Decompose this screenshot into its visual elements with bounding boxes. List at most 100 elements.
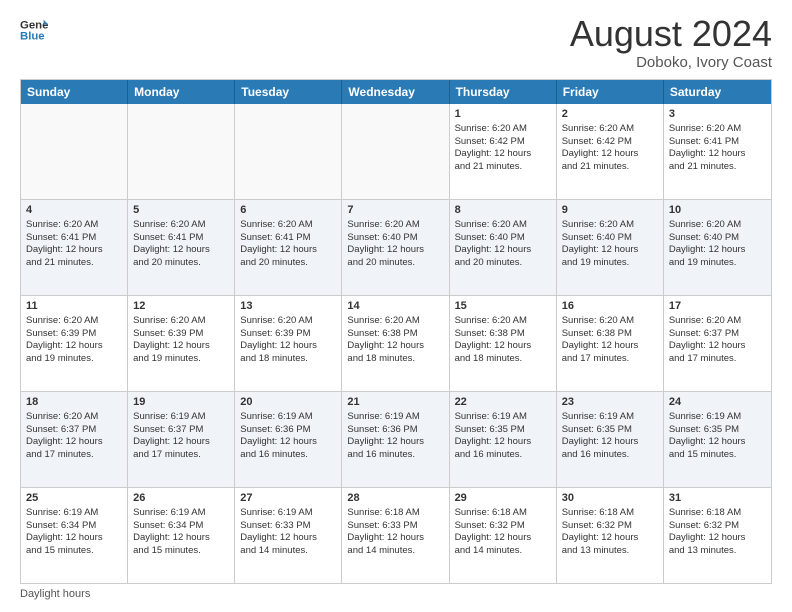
day-info: Sunrise: 6:20 AM: [26, 315, 122, 328]
cal-cell: 22Sunrise: 6:19 AMSunset: 6:35 PMDayligh…: [450, 392, 557, 487]
calendar-week-2: 4Sunrise: 6:20 AMSunset: 6:41 PMDaylight…: [21, 199, 771, 295]
day-info: Daylight: 12 hours: [240, 244, 336, 257]
day-info: Sunset: 6:38 PM: [562, 328, 658, 341]
day-info: Daylight: 12 hours: [669, 340, 766, 353]
daylight-label: Daylight hours: [20, 588, 90, 600]
day-info: and 20 minutes.: [455, 257, 551, 270]
calendar-header: Sunday Monday Tuesday Wednesday Thursday…: [21, 80, 771, 104]
header-monday: Monday: [128, 80, 235, 104]
day-info: Sunrise: 6:20 AM: [455, 123, 551, 136]
cal-cell: 23Sunrise: 6:19 AMSunset: 6:35 PMDayligh…: [557, 392, 664, 487]
day-number: 14: [347, 299, 443, 314]
day-info: Sunset: 6:39 PM: [240, 328, 336, 341]
day-info: Sunrise: 6:19 AM: [562, 411, 658, 424]
day-info: Sunset: 6:34 PM: [133, 520, 229, 533]
cal-cell: 1Sunrise: 6:20 AMSunset: 6:42 PMDaylight…: [450, 104, 557, 199]
calendar-week-1: 1Sunrise: 6:20 AMSunset: 6:42 PMDaylight…: [21, 104, 771, 199]
footer-note: Daylight hours: [20, 588, 772, 600]
day-info: and 16 minutes.: [347, 449, 443, 462]
day-info: Sunset: 6:32 PM: [455, 520, 551, 533]
day-info: Daylight: 12 hours: [133, 532, 229, 545]
day-info: Daylight: 12 hours: [669, 148, 766, 161]
day-info: Sunrise: 6:19 AM: [240, 411, 336, 424]
day-number: 8: [455, 203, 551, 218]
day-number: 27: [240, 491, 336, 506]
day-number: 10: [669, 203, 766, 218]
calendar-body: 1Sunrise: 6:20 AMSunset: 6:42 PMDaylight…: [21, 104, 771, 583]
day-info: and 17 minutes.: [26, 449, 122, 462]
day-info: and 15 minutes.: [669, 449, 766, 462]
day-info: Sunrise: 6:19 AM: [455, 411, 551, 424]
cal-cell: 14Sunrise: 6:20 AMSunset: 6:38 PMDayligh…: [342, 296, 449, 391]
day-number: 30: [562, 491, 658, 506]
day-info: Sunset: 6:35 PM: [455, 424, 551, 437]
day-info: Daylight: 12 hours: [240, 436, 336, 449]
header: General Blue August 2024 Doboko, Ivory C…: [20, 16, 772, 71]
day-info: Sunrise: 6:20 AM: [562, 219, 658, 232]
day-info: Sunrise: 6:20 AM: [455, 219, 551, 232]
day-info: Sunrise: 6:20 AM: [240, 219, 336, 232]
day-info: Sunrise: 6:20 AM: [26, 219, 122, 232]
day-info: Sunrise: 6:20 AM: [240, 315, 336, 328]
cal-cell: 29Sunrise: 6:18 AMSunset: 6:32 PMDayligh…: [450, 488, 557, 583]
day-info: Daylight: 12 hours: [347, 532, 443, 545]
svg-text:Blue: Blue: [20, 31, 45, 43]
day-info: Sunset: 6:36 PM: [240, 424, 336, 437]
day-info: Sunset: 6:37 PM: [26, 424, 122, 437]
cal-cell: 21Sunrise: 6:19 AMSunset: 6:36 PMDayligh…: [342, 392, 449, 487]
day-info: and 21 minutes.: [455, 161, 551, 174]
calendar: Sunday Monday Tuesday Wednesday Thursday…: [20, 79, 772, 584]
day-info: Sunrise: 6:19 AM: [133, 507, 229, 520]
day-number: 11: [26, 299, 122, 314]
month-year: August 2024: [570, 16, 772, 52]
day-info: Daylight: 12 hours: [26, 436, 122, 449]
day-info: Sunset: 6:42 PM: [562, 136, 658, 149]
cal-cell: 24Sunrise: 6:19 AMSunset: 6:35 PMDayligh…: [664, 392, 771, 487]
day-info: Daylight: 12 hours: [455, 148, 551, 161]
cal-cell: 31Sunrise: 6:18 AMSunset: 6:32 PMDayligh…: [664, 488, 771, 583]
day-info: and 19 minutes.: [669, 257, 766, 270]
day-number: 12: [133, 299, 229, 314]
day-info: Daylight: 12 hours: [562, 340, 658, 353]
day-info: Daylight: 12 hours: [26, 340, 122, 353]
day-info: Daylight: 12 hours: [240, 340, 336, 353]
day-info: and 15 minutes.: [26, 545, 122, 558]
day-number: 6: [240, 203, 336, 218]
day-info: Sunset: 6:40 PM: [347, 232, 443, 245]
day-info: Sunset: 6:41 PM: [133, 232, 229, 245]
day-info: Daylight: 12 hours: [669, 244, 766, 257]
cal-cell: 27Sunrise: 6:19 AMSunset: 6:33 PMDayligh…: [235, 488, 342, 583]
cal-cell: 15Sunrise: 6:20 AMSunset: 6:38 PMDayligh…: [450, 296, 557, 391]
header-thursday: Thursday: [450, 80, 557, 104]
day-info: Sunrise: 6:20 AM: [133, 315, 229, 328]
day-info: Sunrise: 6:19 AM: [26, 507, 122, 520]
day-number: 19: [133, 395, 229, 410]
day-info: Sunset: 6:41 PM: [240, 232, 336, 245]
day-number: 29: [455, 491, 551, 506]
day-info: Sunrise: 6:20 AM: [26, 411, 122, 424]
day-info: Sunset: 6:39 PM: [133, 328, 229, 341]
day-number: 24: [669, 395, 766, 410]
cal-cell: [235, 104, 342, 199]
cal-cell: 18Sunrise: 6:20 AMSunset: 6:37 PMDayligh…: [21, 392, 128, 487]
day-info: Daylight: 12 hours: [455, 340, 551, 353]
day-info: Sunset: 6:35 PM: [669, 424, 766, 437]
day-info: and 17 minutes.: [133, 449, 229, 462]
cal-cell: 7Sunrise: 6:20 AMSunset: 6:40 PMDaylight…: [342, 200, 449, 295]
day-info: Sunset: 6:41 PM: [26, 232, 122, 245]
day-info: Sunset: 6:39 PM: [26, 328, 122, 341]
day-info: and 15 minutes.: [133, 545, 229, 558]
day-info: and 19 minutes.: [26, 353, 122, 366]
day-info: Sunrise: 6:20 AM: [133, 219, 229, 232]
day-info: Sunset: 6:40 PM: [455, 232, 551, 245]
calendar-week-5: 25Sunrise: 6:19 AMSunset: 6:34 PMDayligh…: [21, 487, 771, 583]
cal-cell: 26Sunrise: 6:19 AMSunset: 6:34 PMDayligh…: [128, 488, 235, 583]
day-info: Sunset: 6:41 PM: [669, 136, 766, 149]
day-info: Sunset: 6:36 PM: [347, 424, 443, 437]
day-info: Daylight: 12 hours: [669, 436, 766, 449]
day-info: Daylight: 12 hours: [133, 340, 229, 353]
header-saturday: Saturday: [664, 80, 771, 104]
day-number: 13: [240, 299, 336, 314]
day-info: and 16 minutes.: [562, 449, 658, 462]
cal-cell: 9Sunrise: 6:20 AMSunset: 6:40 PMDaylight…: [557, 200, 664, 295]
